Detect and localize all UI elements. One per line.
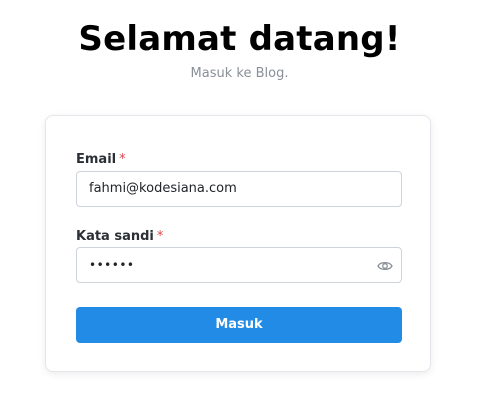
email-label-text: Email <box>76 152 117 167</box>
email-label: Email * <box>76 151 126 169</box>
email-value: fahmi@kodesiana.com <box>89 181 237 196</box>
email-field[interactable]: fahmi@kodesiana.com <box>76 171 402 207</box>
password-label-text: Kata sandi <box>76 229 154 244</box>
eye-icon[interactable] <box>377 258 393 272</box>
login-card: Email * fahmi@kodesiana.com Kata sandi * •… <box>45 115 431 372</box>
password-value: •••••• <box>89 258 135 272</box>
email-required-marker: * <box>119 152 126 167</box>
password-label: Kata sandi * <box>76 228 163 246</box>
page-subtitle: Masuk ke Blog. <box>190 66 289 81</box>
password-field[interactable]: •••••• <box>76 247 402 283</box>
password-required-marker: * <box>156 229 164 244</box>
page-title: Selamat datang! <box>78 19 401 59</box>
login-button[interactable]: Masuk <box>76 307 402 343</box>
login-page: Selamat datang! Masuk ke Blog. Email * fa… <box>0 0 487 407</box>
